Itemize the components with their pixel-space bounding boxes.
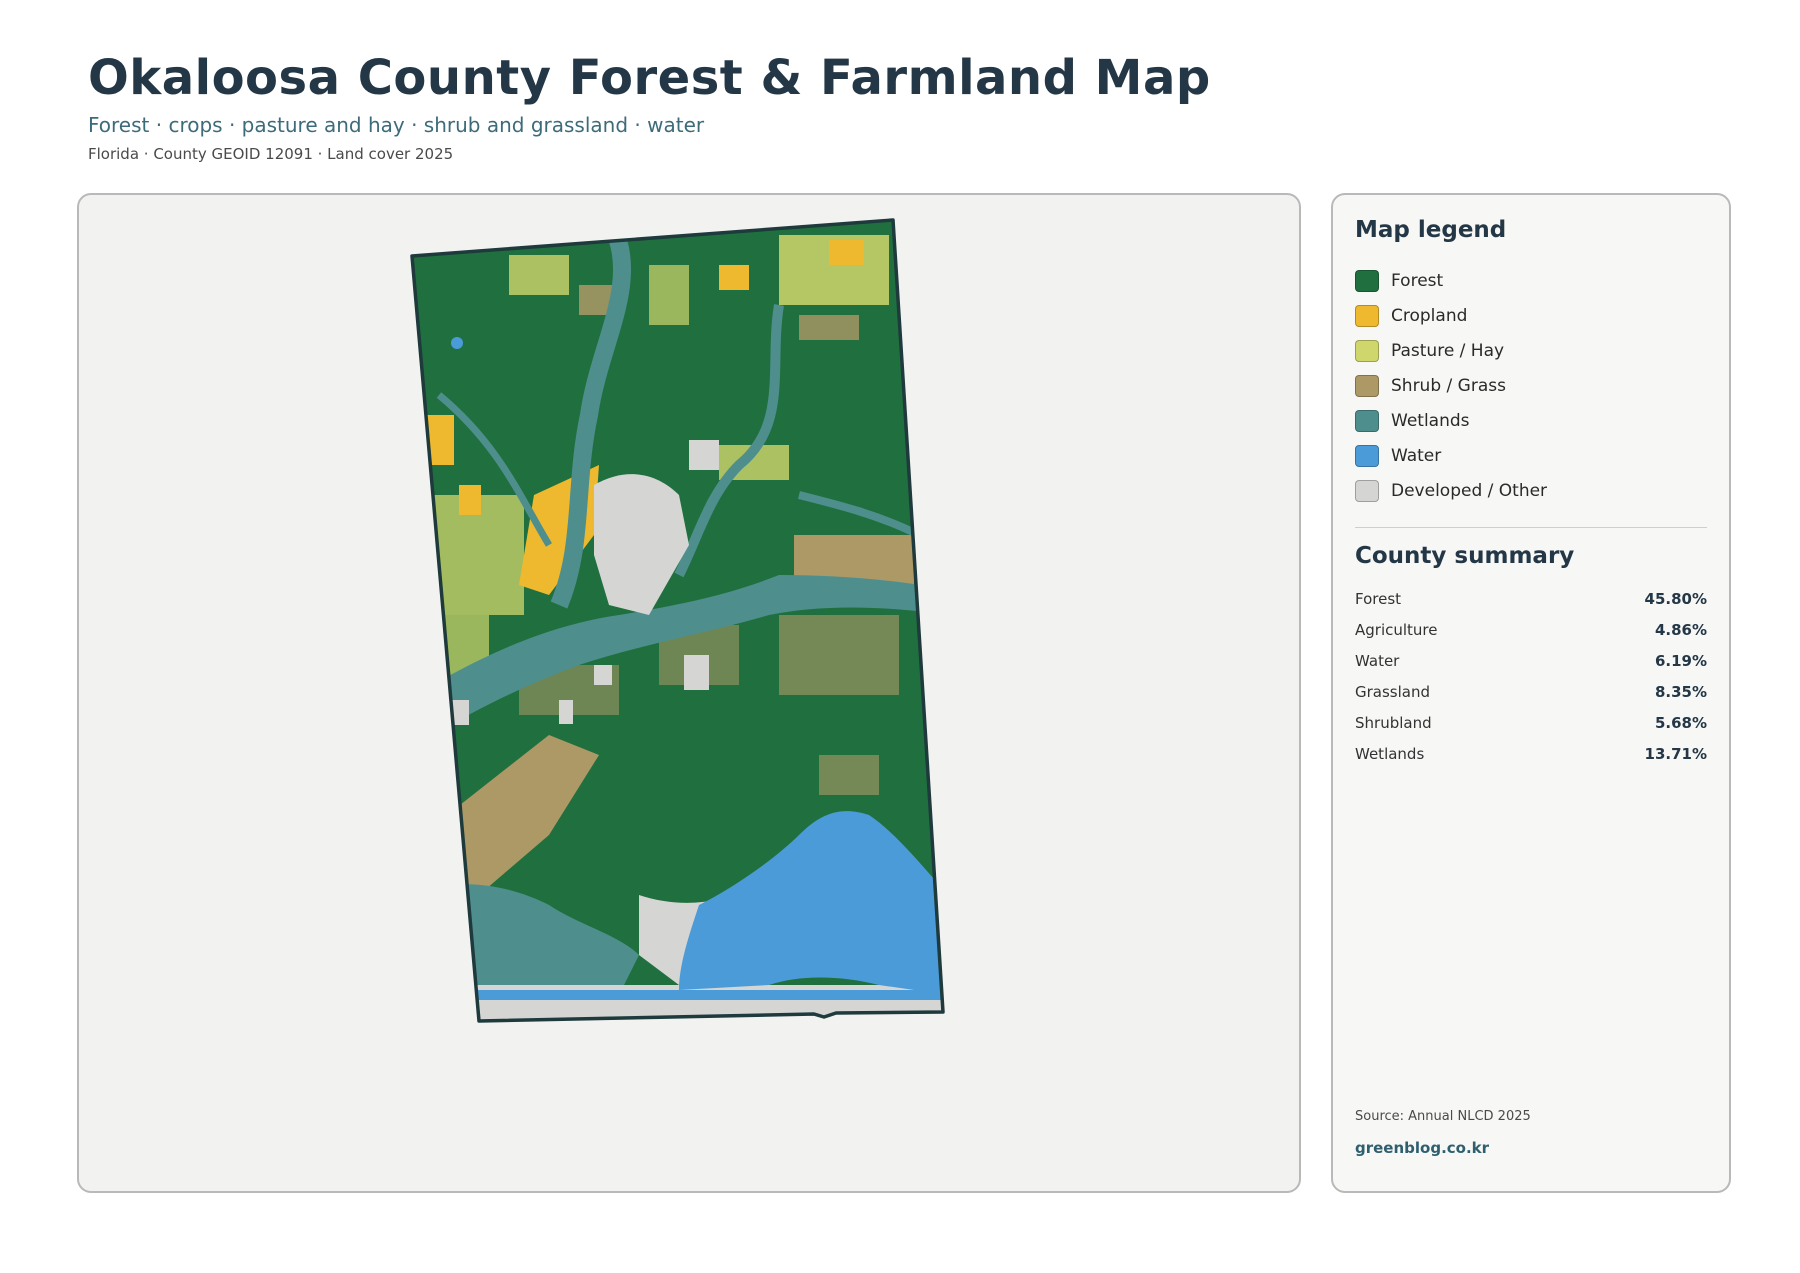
legend-label: Developed / Other <box>1391 480 1548 501</box>
summary-value: 6.19% <box>1654 651 1707 670</box>
summary-list: Forest 45.80% Agriculture 4.86% Water 6.… <box>1355 583 1707 769</box>
shrub-patch <box>799 315 859 340</box>
site-link[interactable]: greenblog.co.kr <box>1355 1139 1489 1157</box>
map-title: Okaloosa County Forest & Farmland Map <box>88 50 1211 106</box>
summary-row: Wetlands 13.71% <box>1355 738 1707 769</box>
county-land-cover <box>412 220 943 1021</box>
developed-area <box>594 665 612 685</box>
legend-label: Pasture / Hay <box>1391 340 1505 361</box>
summary-name: Shrubland <box>1355 713 1432 732</box>
cropland-patch <box>829 240 864 265</box>
shrub-swatch <box>1355 374 1379 397</box>
summary-row: Water 6.19% <box>1355 645 1707 676</box>
legend-label: Wetlands <box>1391 410 1470 431</box>
summary-row: Agriculture 4.86% <box>1355 614 1707 645</box>
summary-row: Grassland 8.35% <box>1355 676 1707 707</box>
summary-name: Agriculture <box>1355 620 1438 639</box>
legend-item-shrub: Shrub / Grass <box>1355 368 1715 403</box>
north-label: N <box>1297 261 1299 280</box>
wetlands-swatch <box>1355 409 1379 432</box>
water-swatch <box>1355 444 1379 467</box>
summary-name: Grassland <box>1355 682 1430 701</box>
summary-name: Wetlands <box>1355 744 1425 763</box>
pasture-patch <box>509 255 569 295</box>
cropland-swatch <box>1355 304 1379 327</box>
shrub-patch <box>779 615 899 695</box>
summary-name: Forest <box>1355 589 1402 608</box>
shrub-patch <box>819 755 879 795</box>
legend-label: Water <box>1391 445 1442 466</box>
side-panel: Map legend Forest Cropland Pasture / Hay… <box>1331 193 1731 1193</box>
summary-row: Shrubland 5.68% <box>1355 707 1707 738</box>
map-subtitle: Forest · crops · pasture and hay · shrub… <box>88 113 705 137</box>
summary-name: Water <box>1355 651 1400 670</box>
summary-value: 4.86% <box>1654 620 1707 639</box>
legend-label: Forest <box>1391 270 1444 291</box>
developed-area <box>684 655 709 690</box>
pasture-swatch <box>1355 339 1379 362</box>
developed-area <box>559 700 573 724</box>
north-arrow-icon <box>1297 221 1301 257</box>
legend-label: Cropland <box>1391 305 1468 326</box>
legend-item-pasture: Pasture / Hay <box>1355 333 1715 368</box>
legend-item-water: Water <box>1355 438 1715 473</box>
cropland-patch <box>719 265 749 290</box>
map-meta: Florida · County GEOID 12091 · Land cove… <box>88 145 454 163</box>
developed-area <box>689 440 719 470</box>
pasture-patch <box>649 265 689 325</box>
legend-item-developed: Developed / Other <box>1355 473 1715 508</box>
summary-row: Forest 45.80% <box>1355 583 1707 614</box>
county-map[interactable] <box>79 195 1299 1191</box>
legend-label: Shrub / Grass <box>1391 375 1506 396</box>
summary-value: 8.35% <box>1654 682 1707 701</box>
cropland-patch <box>459 485 481 515</box>
water-pond <box>451 337 463 349</box>
water-gulf-strip <box>412 990 943 1000</box>
source-note: Source: Annual NLCD 2025 <box>1355 1109 1531 1124</box>
summary-heading: County summary <box>1355 543 1575 569</box>
map-panel[interactable]: N <box>77 193 1301 1193</box>
legend-item-wetlands: Wetlands <box>1355 403 1715 438</box>
summary-value: 5.68% <box>1654 713 1707 732</box>
map-header: Okaloosa County Forest & Farmland Map Fo… <box>88 48 1211 164</box>
legend-list: Forest Cropland Pasture / Hay Shrub / Gr… <box>1355 263 1715 508</box>
panel-divider <box>1355 527 1707 528</box>
developed-swatch <box>1355 479 1379 502</box>
summary-value: 13.71% <box>1644 744 1707 763</box>
legend-heading: Map legend <box>1355 217 1507 243</box>
north-arrow: N <box>1297 221 1301 280</box>
legend-item-forest: Forest <box>1355 263 1715 298</box>
forest-swatch <box>1355 269 1379 292</box>
legend-item-cropland: Cropland <box>1355 298 1715 333</box>
summary-value: 45.80% <box>1644 589 1707 608</box>
